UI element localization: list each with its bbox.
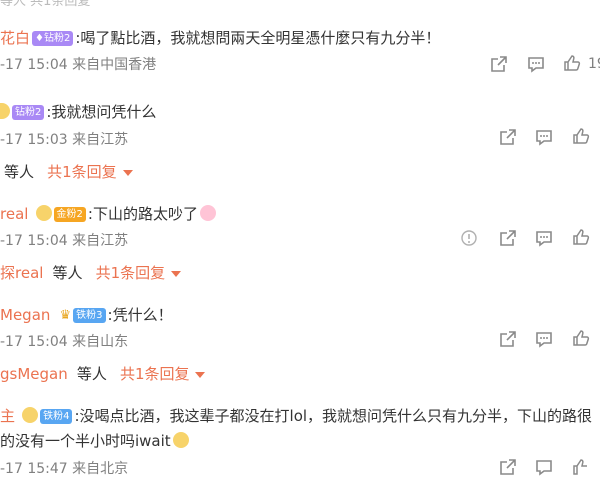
diamond-icon: ♦	[35, 33, 44, 44]
reply-prefix: 等人	[76, 365, 107, 383]
comment-3: real 金粉2:下山的路太吵了	[0, 203, 216, 224]
caret-down-icon	[195, 371, 206, 378]
comment-meta: -17 15:04 来自中国香港	[0, 57, 157, 73]
avatar-icon	[0, 103, 10, 119]
crown-icon: ♛	[59, 308, 72, 323]
commenter-name[interactable]: 花白	[0, 29, 30, 47]
fan-badge: 钻粉2	[12, 105, 45, 120]
comment-text: :没喝点比酒，我这辈子都没在打lol，我就想问凭什么只有九分半，下山的路很	[74, 407, 593, 425]
fan-badge: ♦钻粉2	[32, 31, 74, 46]
share-icon[interactable]	[490, 55, 508, 73]
partial-top-text: 等人 共1条回复	[0, 0, 91, 9]
comment-meta: -17 15:04 来自山东	[0, 334, 129, 350]
reply-prefix: 等人	[52, 264, 83, 282]
reply-author[interactable]: gsMegan	[0, 365, 68, 383]
avatar-icon	[35, 205, 52, 221]
comment-icon[interactable]	[527, 55, 545, 73]
share-icon[interactable]	[499, 330, 517, 348]
caret-down-icon	[171, 270, 182, 277]
commenter-name[interactable]: real	[0, 205, 28, 223]
reply-count-link[interactable]: 共1条回复	[120, 365, 206, 383]
comment-meta: -17 15:04 来自江苏	[0, 233, 129, 249]
reply-count-link[interactable]: 共1条回复	[47, 163, 133, 181]
comment-meta: -17 15:47 来自北京	[0, 461, 129, 477]
comment-1: 花白 ♦钻粉2:喝了點比酒，我就想問兩天全明星憑什麼只有九分半！	[0, 27, 440, 48]
share-icon[interactable]	[499, 128, 517, 146]
avatar-icon	[22, 407, 39, 423]
share-icon[interactable]	[499, 229, 517, 247]
comment-icon[interactable]	[535, 128, 553, 146]
comment-4: Megan ♛ 铁粉3:凭什么！	[0, 304, 173, 325]
reply-summary: 探real 等人 共1条回复	[0, 262, 182, 283]
reply-summary: 等人 共1条回复	[0, 161, 133, 182]
comment-icon[interactable]	[535, 458, 553, 476]
like-icon[interactable]	[572, 228, 590, 246]
caret-down-icon	[122, 169, 133, 176]
comment-text: :我就想问凭什么	[46, 103, 157, 121]
reply-count-link[interactable]: 共1条回复	[96, 264, 182, 282]
commenter-name[interactable]: Megan	[0, 306, 50, 324]
fan-badge: 铁粉3	[73, 308, 106, 323]
comment-text: :下山的路太吵了	[87, 205, 198, 223]
smile-emoji-icon	[172, 432, 189, 448]
fan-badge: 金粉2	[53, 207, 86, 222]
pig-emoji-icon	[199, 205, 216, 221]
comment-icon[interactable]	[535, 229, 553, 247]
comment-text-line2: 的没有一个半小时吗iwait	[0, 430, 189, 451]
report-icon[interactable]	[460, 229, 478, 247]
comment-meta: -17 15:03 来自江苏	[0, 132, 129, 148]
comment-2: 钻粉2:我就想问凭什么	[0, 101, 156, 122]
reply-summary: gsMegan 等人 共1条回复	[0, 363, 206, 384]
reply-prefix: 等人	[4, 163, 35, 181]
comment-text: :喝了點比酒，我就想問兩天全明星憑什麼只有九分半！	[75, 29, 441, 47]
like-icon[interactable]	[572, 127, 590, 145]
commenter-name[interactable]: 主	[0, 407, 15, 425]
comment-icon[interactable]	[535, 330, 553, 348]
share-icon[interactable]	[499, 458, 517, 476]
fan-badge: 铁粉4	[40, 409, 73, 424]
like-count: 19	[588, 56, 600, 72]
like-icon[interactable]	[572, 329, 590, 347]
like-icon[interactable]	[563, 54, 581, 72]
comment-text: :凭什么！	[107, 306, 173, 324]
comment-5: 主 铁粉4:没喝点比酒，我这辈子都没在打lol，我就想问凭什么只有九分半，下山的…	[0, 405, 592, 426]
like-icon[interactable]	[572, 458, 590, 476]
reply-author[interactable]: 探real	[0, 264, 43, 282]
